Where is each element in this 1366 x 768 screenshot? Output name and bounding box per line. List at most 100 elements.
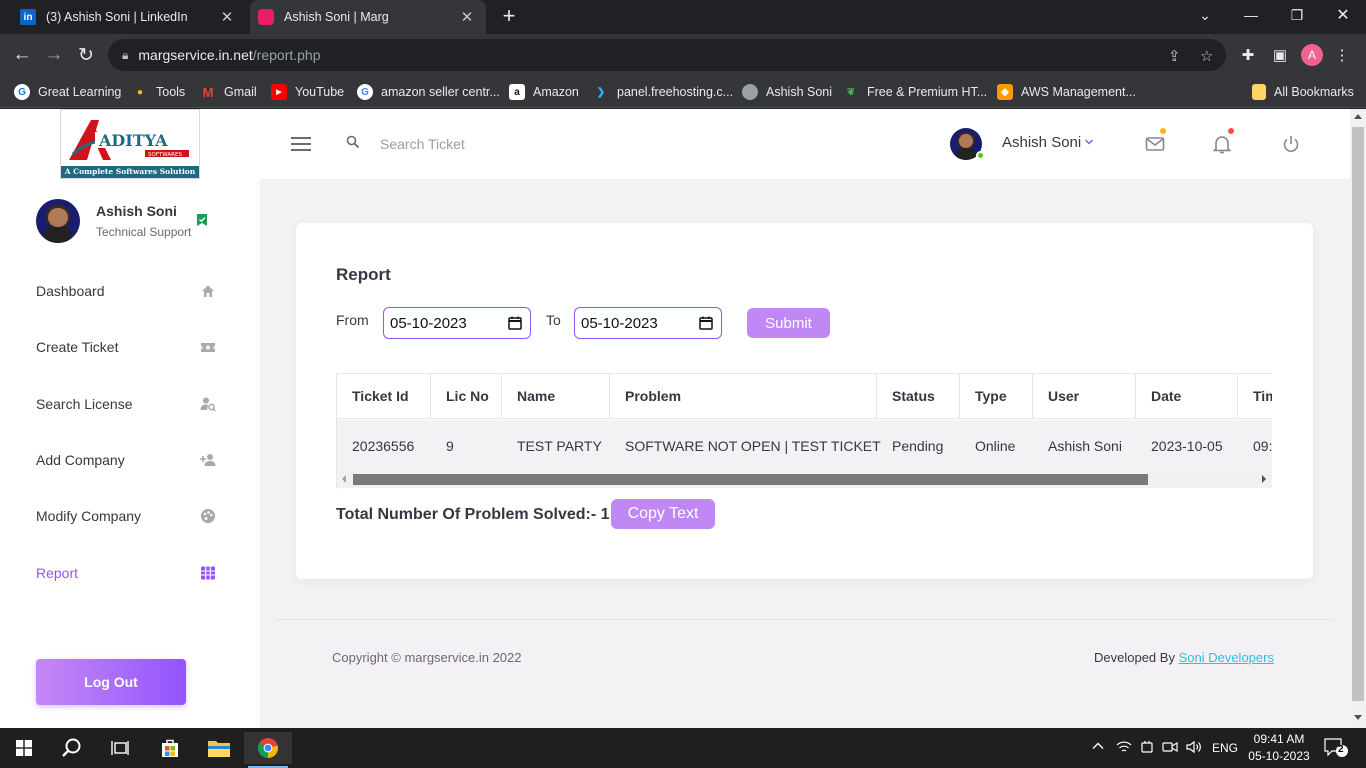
bookmark-item[interactable]: a Amazon xyxy=(509,82,579,102)
side-panel-icon[interactable]: ▣ xyxy=(1268,43,1292,67)
bookmark-item[interactable]: ❦ Free & Premium HT... xyxy=(843,82,987,102)
calendar-icon[interactable] xyxy=(699,316,713,330)
system-clock[interactable]: 09:41 AM 05-10-2023 xyxy=(1246,731,1312,765)
nav-search-license[interactable]: Search License xyxy=(36,389,216,419)
bookmark-label: amazon seller centr... xyxy=(381,85,500,99)
bookmark-item[interactable]: Gamazon seller centr... xyxy=(357,82,500,102)
extensions-icon[interactable]: ✚ xyxy=(1236,43,1260,67)
column-header[interactable]: Ticket Id xyxy=(337,374,431,418)
copy-text-button[interactable]: Copy Text xyxy=(611,499,715,529)
file-explorer-icon[interactable] xyxy=(195,732,243,764)
bookmark-item[interactable]: M Gmail xyxy=(200,82,257,102)
bookmark-star-icon[interactable]: ☆ xyxy=(1200,47,1213,65)
scroll-up-arrow[interactable] xyxy=(1354,114,1362,119)
scroll-left-arrow[interactable] xyxy=(342,475,346,483)
meet-now-icon[interactable] xyxy=(1162,740,1178,757)
language-indicator[interactable]: ENG xyxy=(1212,741,1238,755)
address-bar[interactable]: 🔒︎ margservice.in.net/report.php ⇪ ☆ xyxy=(108,39,1226,71)
tab-marg[interactable]: Ashish Soni | Marg ✕ xyxy=(250,0,486,34)
column-header[interactable]: Date xyxy=(1136,374,1238,418)
column-header[interactable]: Tim xyxy=(1238,374,1272,418)
column-header[interactable]: Type xyxy=(960,374,1033,418)
search-icon[interactable] xyxy=(48,732,96,764)
share-icon[interactable]: ⇪ xyxy=(1168,47,1181,65)
horizontal-scrollbar[interactable] xyxy=(337,471,1272,488)
bookmark-item[interactable]: G Great Learning xyxy=(14,82,121,102)
tab-search-icon[interactable]: ⌄ xyxy=(1182,0,1228,30)
scrollbar-thumb[interactable] xyxy=(1352,127,1364,701)
nav-add-company[interactable]: Add Company xyxy=(36,445,216,475)
nav-report[interactable]: Report xyxy=(36,558,216,588)
menu-toggle-icon[interactable] xyxy=(291,137,311,151)
bookmark-item[interactable]: ◆ AWS Management... xyxy=(997,82,1136,102)
scroll-down-arrow[interactable] xyxy=(1354,715,1362,720)
column-header[interactable]: Name xyxy=(502,374,610,418)
nav-dashboard[interactable]: Dashboard xyxy=(36,276,216,306)
scrollbar-thumb[interactable] xyxy=(353,474,1148,485)
page-scrollbar[interactable] xyxy=(1350,109,1366,728)
bookmark-item[interactable]: ● Tools xyxy=(132,82,185,102)
mail-icon[interactable] xyxy=(1144,133,1166,155)
from-date-input[interactable]: 05-10-2023 xyxy=(383,307,531,339)
bookmark-item[interactable]: ❯ panel.freehosting.c... xyxy=(593,82,733,102)
column-header[interactable]: Status xyxy=(877,374,960,418)
bookmark-label: Great Learning xyxy=(38,85,122,99)
volume-icon[interactable] xyxy=(1186,740,1202,757)
page-title: Report xyxy=(336,265,391,284)
tab-title: (3) Ashish Soni | LinkedIn xyxy=(46,10,188,24)
nav-create-ticket[interactable]: Create Ticket xyxy=(36,332,216,362)
nav-label: Add Company xyxy=(36,452,125,468)
bookmark-item[interactable]: ▶ YouTube xyxy=(271,82,344,102)
calendar-icon[interactable] xyxy=(508,316,522,330)
bookmark-item[interactable]: Ashish Soni xyxy=(742,82,832,102)
search-ticket-input[interactable] xyxy=(380,133,600,155)
show-hidden-icons[interactable] xyxy=(1092,740,1104,755)
bell-icon[interactable] xyxy=(1211,133,1233,155)
profile-avatar[interactable]: A xyxy=(1301,44,1323,66)
developed-by: Developed By Soni Developers xyxy=(1094,650,1274,665)
cell-user: Ashish Soni xyxy=(1048,437,1122,454)
scroll-right-arrow[interactable] xyxy=(1262,475,1266,483)
cell-time: 09: xyxy=(1253,437,1272,454)
chrome-icon[interactable] xyxy=(244,732,292,768)
column-header[interactable]: Lic No xyxy=(431,374,502,418)
to-date-input[interactable]: 05-10-2023 xyxy=(574,307,722,339)
battery-icon[interactable] xyxy=(1140,740,1154,757)
submit-button[interactable]: Submit xyxy=(747,308,830,338)
minimize-button[interactable]: — xyxy=(1228,0,1274,30)
cell-date: 2023-10-05 xyxy=(1151,437,1223,454)
table-row[interactable]: 20236556 9 TEST PARTY SOFTWARE NOT OPEN … xyxy=(337,420,1272,471)
developer-link[interactable]: Soni Developers xyxy=(1179,650,1274,665)
chevron-down-icon[interactable] xyxy=(1084,137,1094,147)
back-button[interactable]: ← xyxy=(10,43,34,67)
company-logo[interactable]: ADITYA SOFTWARES A Complete Softwares So… xyxy=(60,109,200,179)
column-header[interactable]: Problem xyxy=(610,374,877,418)
all-bookmarks[interactable]: All Bookmarks xyxy=(1252,82,1354,102)
microsoft-store-icon[interactable] xyxy=(146,732,194,764)
sidebar-user-role: Technical Support xyxy=(96,225,192,239)
notification-center-icon[interactable]: 2 xyxy=(1324,738,1348,761)
logo-brand: ADITYA xyxy=(98,131,168,150)
task-view-icon[interactable] xyxy=(96,732,144,764)
close-window-button[interactable]: ✕ xyxy=(1320,0,1366,30)
report-table: Ticket Id Lic No Name Problem Status Typ… xyxy=(336,373,1272,489)
topbar-user-name[interactable]: Ashish Soni xyxy=(1002,134,1081,151)
new-tab-button[interactable]: + xyxy=(498,5,520,28)
logo-sub: SOFTWARES xyxy=(148,152,182,158)
column-header[interactable]: User xyxy=(1033,374,1136,418)
linkedin-icon: in xyxy=(20,9,36,25)
menu-dots-icon[interactable]: ⋮ xyxy=(1330,43,1354,67)
power-icon[interactable] xyxy=(1280,133,1302,155)
nav-modify-company[interactable]: Modify Company xyxy=(36,501,216,531)
reload-button[interactable]: ↻ xyxy=(74,43,98,67)
forward-button[interactable]: → xyxy=(42,43,66,67)
windows-start-icon[interactable] xyxy=(0,732,48,764)
maximize-button[interactable]: ❐ xyxy=(1274,0,1320,30)
avatar[interactable] xyxy=(36,199,80,243)
tab-linkedin[interactable]: in (3) Ashish Soni | LinkedIn ✕ xyxy=(12,0,246,34)
cell-status: Pending xyxy=(892,437,944,454)
close-tab-icon[interactable]: ✕ xyxy=(456,8,478,26)
close-tab-icon[interactable]: ✕ xyxy=(216,8,238,26)
network-icon[interactable] xyxy=(1116,740,1132,757)
logout-button[interactable]: Log Out xyxy=(36,659,186,705)
